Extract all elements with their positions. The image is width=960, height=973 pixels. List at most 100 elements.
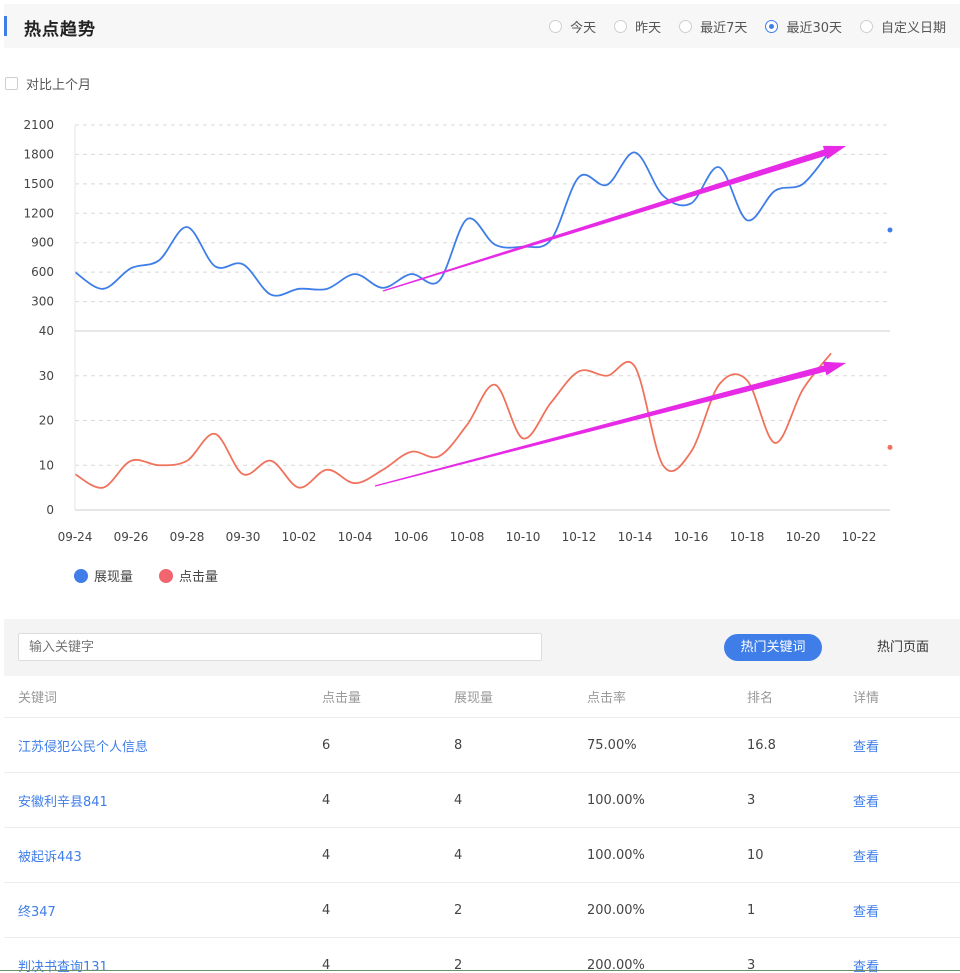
radio-icon bbox=[614, 20, 628, 33]
detail-link[interactable]: 查看 bbox=[853, 901, 953, 920]
x-tick-label: 09-28 bbox=[170, 530, 205, 544]
radio-selected-icon bbox=[765, 20, 779, 33]
bottom-divider bbox=[0, 970, 960, 971]
y-tick-label: 900 bbox=[31, 236, 54, 250]
keyword-link[interactable]: 江苏侵犯公民个人信息 bbox=[4, 736, 322, 755]
y-tick-label: 20 bbox=[39, 414, 54, 428]
trend-chart: 300 600 900 1200 1500 1800 2100 0 10 20 30 40 09-24… bbox=[23, 118, 893, 544]
legend-item-views[interactable]: 展现量 bbox=[74, 566, 133, 585]
keyword-link[interactable]: 被起诉443 bbox=[4, 846, 322, 865]
x-tick-label: 10-14 bbox=[618, 530, 653, 544]
col-header-detail: 详情 bbox=[853, 691, 880, 706]
clicks-cell: 4 bbox=[322, 847, 331, 863]
table-row: 江苏侵犯公民个人信息 6 8 75.00% 16.8 查看 bbox=[4, 718, 960, 773]
y-tick-label: 2100 bbox=[23, 118, 54, 132]
y-tick-label: 1500 bbox=[23, 177, 54, 191]
y-tick-label: 1200 bbox=[23, 206, 54, 220]
x-tick-label: 09-26 bbox=[114, 530, 149, 544]
section-header: 热点趋势 今天 昨天 最近7天 最近30天 自定义日期 bbox=[4, 4, 960, 48]
radio-icon bbox=[679, 20, 693, 33]
views-cell: 2 bbox=[454, 902, 463, 918]
x-tick-label: 10-16 bbox=[674, 530, 709, 544]
detail-link[interactable]: 查看 bbox=[853, 846, 953, 865]
y-tick-label: 0 bbox=[46, 503, 54, 517]
y-tick-label: 40 bbox=[39, 324, 54, 338]
date-range-radio-group: 今天 昨天 最近7天 最近30天 自定义日期 bbox=[531, 17, 946, 36]
keyword-search-input[interactable] bbox=[18, 633, 542, 661]
range-label: 昨天 bbox=[635, 21, 662, 36]
col-header-keyword: 关键词 bbox=[18, 691, 58, 706]
ctr-cell: 100.00% bbox=[587, 847, 645, 863]
range-label: 今天 bbox=[570, 21, 597, 36]
y-tick-label: 10 bbox=[39, 458, 54, 472]
keyword-table: 关键词 点击量 展现量 点击率 排名 详情 江苏侵犯公民个人信息 6 8 75.00%… bbox=[4, 676, 960, 973]
tab-hot-keywords[interactable]: 热门关键词 bbox=[724, 634, 822, 661]
x-tick-label: 10-08 bbox=[450, 530, 485, 544]
series-marker bbox=[887, 227, 893, 233]
x-tick-label: 09-30 bbox=[226, 530, 261, 544]
x-tick-label: 10-10 bbox=[506, 530, 541, 544]
table-row: 安徽利辛县841 4 4 100.00% 3 查看 bbox=[4, 773, 960, 828]
rank-cell: 16.8 bbox=[747, 737, 776, 753]
x-tick-label: 10-18 bbox=[730, 530, 765, 544]
legend-swatch-icon bbox=[74, 568, 88, 583]
range-today[interactable]: 今天 bbox=[549, 17, 596, 36]
clicks-cell: 6 bbox=[322, 737, 331, 753]
legend-label: 展现量 bbox=[94, 570, 134, 585]
y-tick-label: 600 bbox=[31, 265, 54, 279]
legend-swatch-icon bbox=[159, 568, 174, 583]
tab-hot-pages[interactable]: 热门页面 bbox=[860, 634, 946, 661]
col-header-rank: 排名 bbox=[747, 691, 774, 706]
y-tick-label: 300 bbox=[31, 295, 54, 309]
x-tick-label: 10-06 bbox=[394, 530, 429, 544]
ctr-cell: 100.00% bbox=[587, 792, 645, 808]
rank-cell: 10 bbox=[747, 847, 764, 863]
y-tick-label: 1800 bbox=[23, 147, 54, 161]
series-marker bbox=[887, 444, 893, 450]
table-row: 判决书查询131 4 2 200.00% 3 查看 bbox=[4, 938, 960, 973]
clicks-cell: 4 bbox=[322, 902, 331, 918]
views-cell: 4 bbox=[454, 792, 463, 808]
col-header-clicks: 点击量 bbox=[322, 691, 362, 706]
range-last-30-days[interactable]: 最近30天 bbox=[765, 17, 842, 36]
range-label: 最近30天 bbox=[786, 21, 842, 36]
radio-icon bbox=[549, 20, 563, 33]
range-label: 自定义日期 bbox=[880, 21, 946, 36]
legend-item-clicks[interactable]: 点击量 bbox=[159, 566, 218, 585]
y-tick-label: 30 bbox=[39, 369, 54, 383]
x-tick-label: 10-20 bbox=[786, 530, 821, 544]
detail-link[interactable]: 查看 bbox=[853, 791, 953, 810]
col-header-views: 展现量 bbox=[454, 691, 494, 706]
x-tick-label: 10-02 bbox=[282, 530, 317, 544]
table-header: 关键词 点击量 展现量 点击率 排名 详情 bbox=[4, 676, 960, 718]
range-custom-date[interactable]: 自定义日期 bbox=[859, 17, 946, 36]
x-tick-label: 10-04 bbox=[338, 530, 373, 544]
x-tick-label: 10-12 bbox=[562, 530, 597, 544]
rank-cell: 3 bbox=[747, 792, 756, 808]
detail-link[interactable]: 查看 bbox=[853, 736, 953, 755]
checkbox-icon bbox=[5, 77, 18, 90]
rank-cell: 1 bbox=[747, 902, 756, 918]
range-last-7-days[interactable]: 最近7天 bbox=[679, 17, 747, 36]
x-tick-label: 10-22 bbox=[842, 530, 877, 544]
views-cell: 4 bbox=[454, 847, 463, 863]
table-row: 被起诉443 4 4 100.00% 10 查看 bbox=[4, 828, 960, 883]
ctr-cell: 200.00% bbox=[587, 902, 645, 918]
clicks-cell: 4 bbox=[322, 792, 331, 808]
compare-last-month-checkbox[interactable]: 对比上个月 bbox=[5, 74, 91, 93]
page-title: 热点趋势 bbox=[24, 20, 96, 40]
trend-arrow-views bbox=[382, 145, 846, 292]
views-cell: 8 bbox=[454, 737, 463, 753]
keyword-toolbar: 热门关键词 热门页面 bbox=[4, 619, 960, 676]
range-label: 最近7天 bbox=[700, 21, 748, 36]
compare-label: 对比上个月 bbox=[26, 78, 92, 93]
series-line-0 bbox=[74, 148, 832, 297]
table-row: 终347 4 2 200.00% 1 查看 bbox=[4, 883, 960, 938]
range-yesterday[interactable]: 昨天 bbox=[614, 17, 661, 36]
trend-arrow-clicks bbox=[374, 361, 846, 487]
title-accent-bar bbox=[4, 16, 7, 36]
keyword-link[interactable]: 终347 bbox=[4, 901, 322, 920]
ctr-cell: 75.00% bbox=[587, 737, 637, 753]
legend-label: 点击量 bbox=[179, 570, 219, 585]
keyword-link[interactable]: 安徽利辛县841 bbox=[4, 791, 322, 810]
